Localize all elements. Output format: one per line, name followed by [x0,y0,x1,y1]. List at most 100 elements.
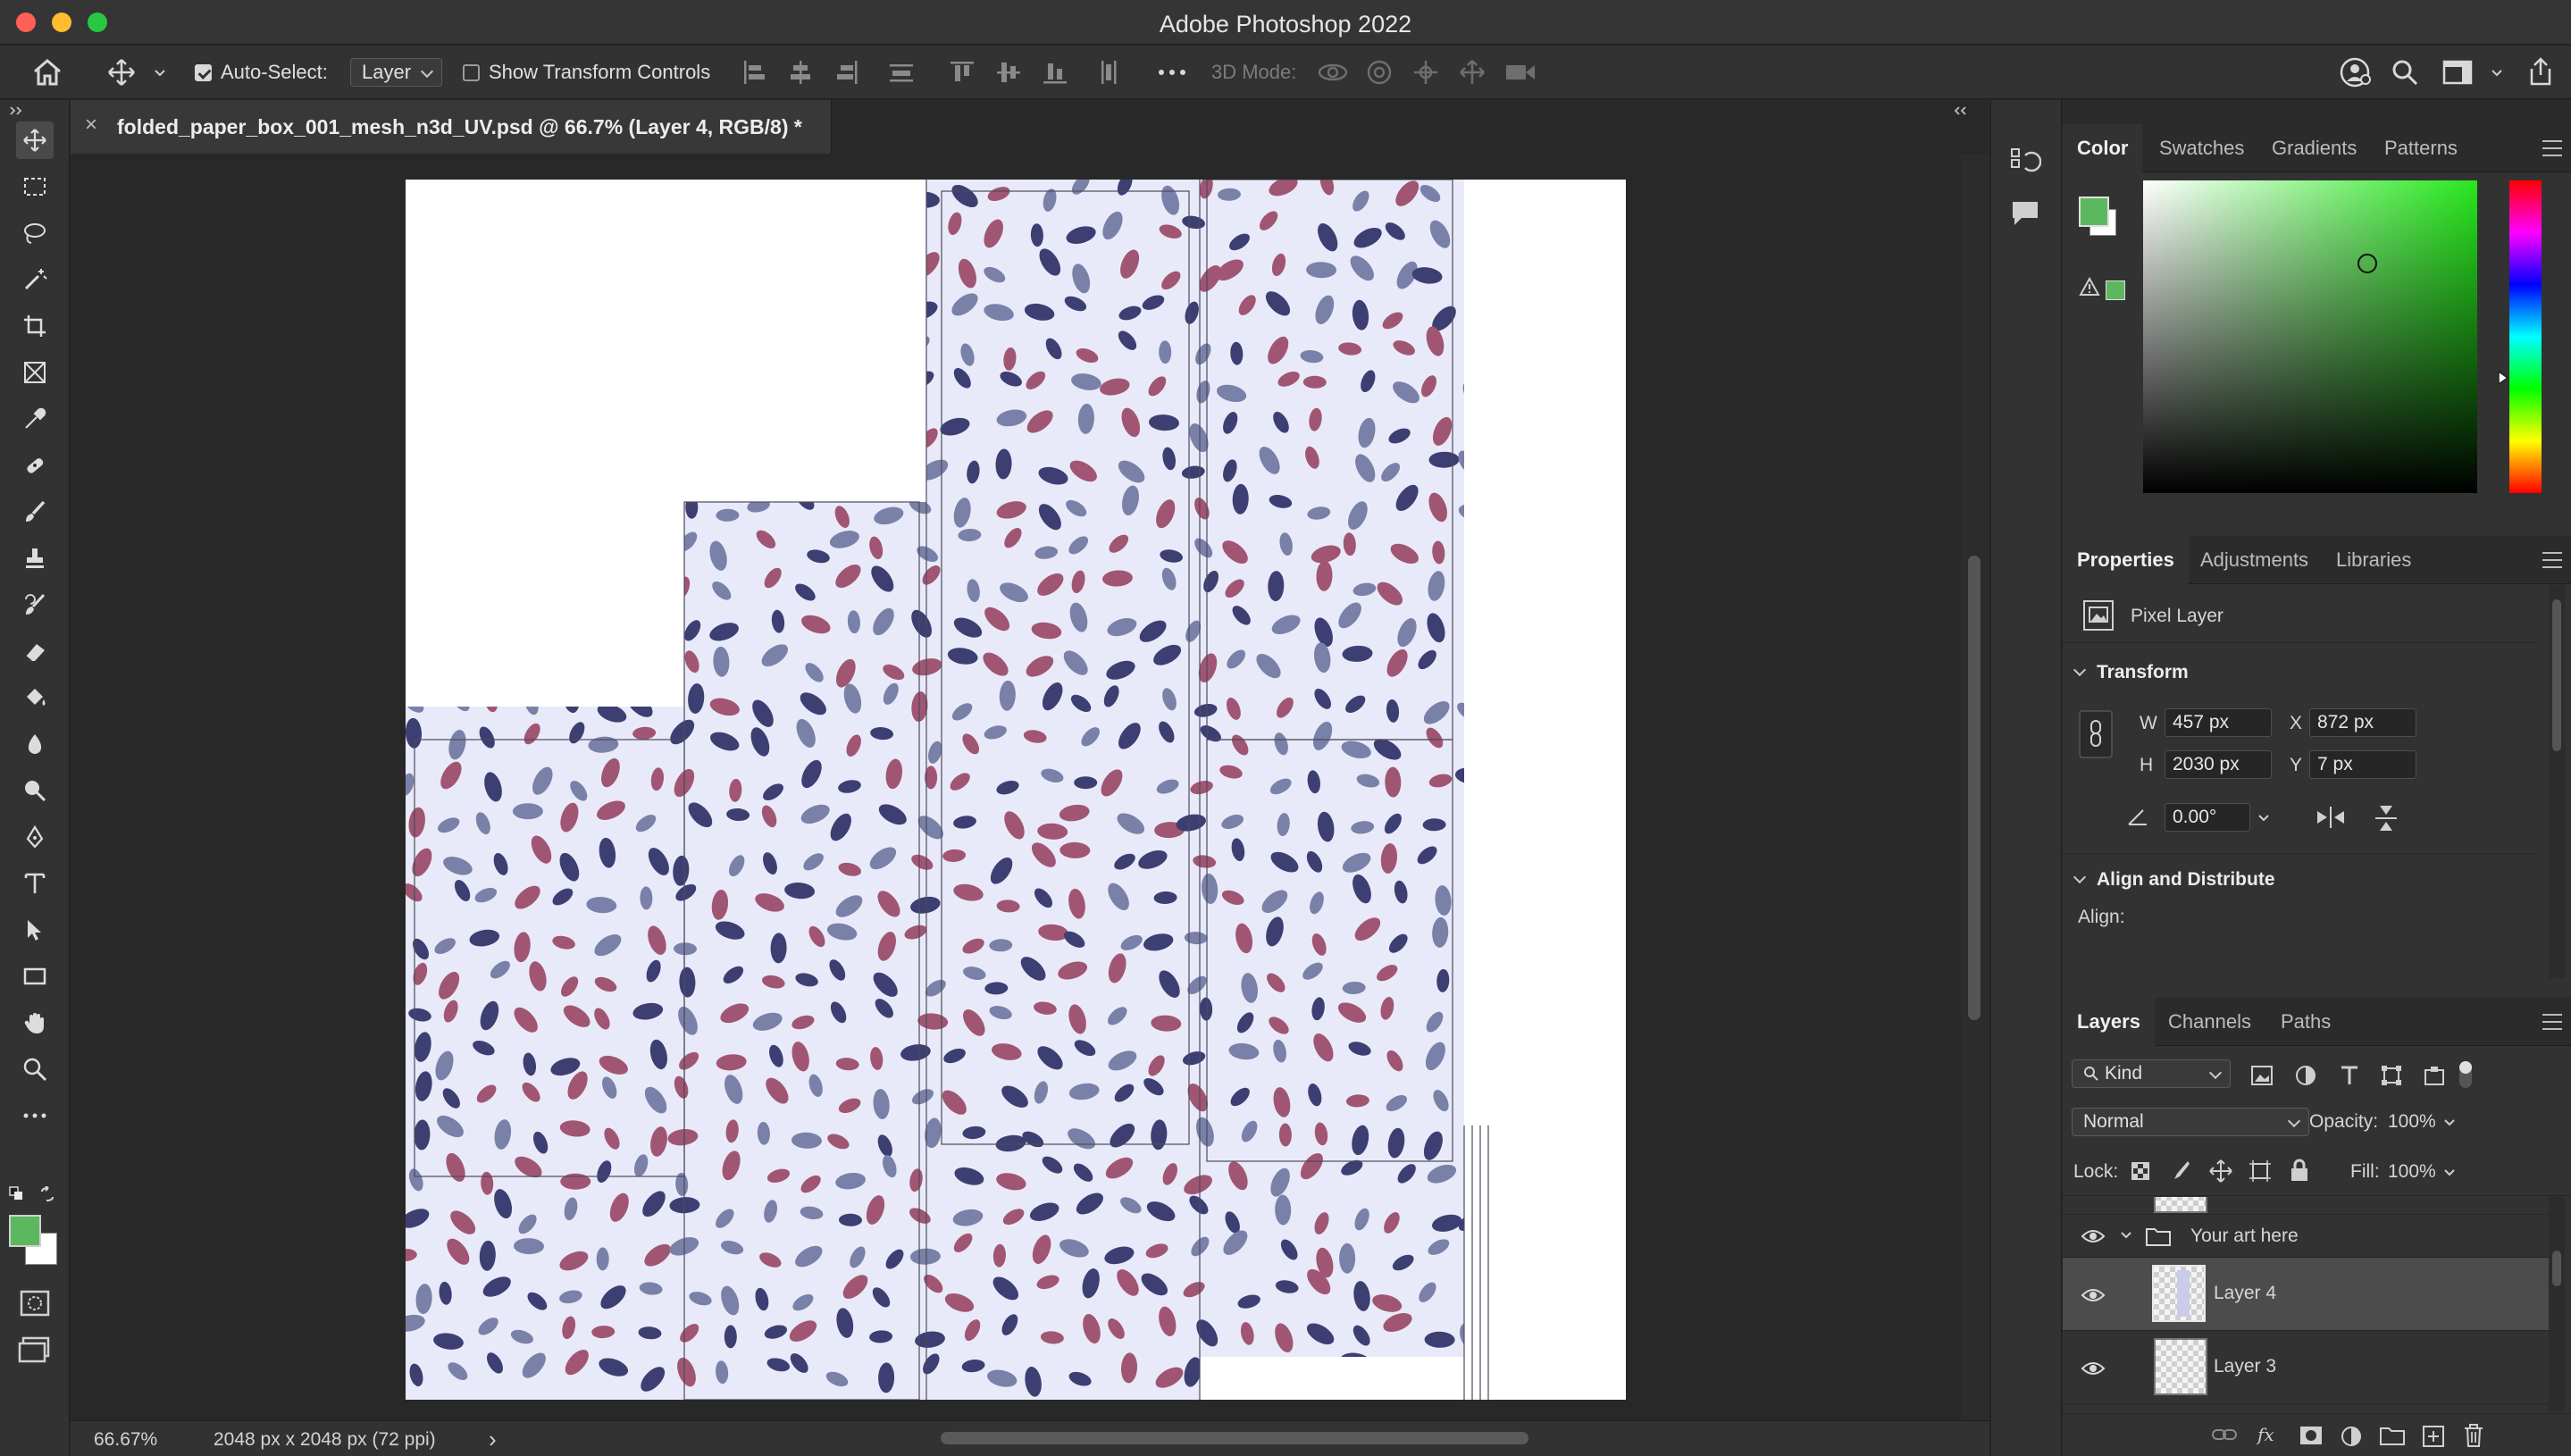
tab-paths[interactable]: Paths [2266,998,2345,1046]
document-tab[interactable]: × folded_paper_box_001_mesh_n3d_UV.psd @… [71,100,832,154]
flip-vertical-icon[interactable] [2374,803,2399,833]
width-field[interactable]: 457 px [2165,708,2272,737]
y-field[interactable]: 7 px [2309,750,2416,779]
comments-panel-icon[interactable] [2009,198,2041,229]
path-selection-tool[interactable] [16,911,54,949]
fill-value[interactable]: 100% [2388,1161,2436,1183]
align-distribute-section-title[interactable]: Align and Distribute [2070,869,2275,891]
hand-tool[interactable] [16,1004,54,1042]
collapse-panels-icon[interactable] [1954,105,1968,116]
align-horizontal-centers-icon[interactable] [788,58,813,87]
height-field[interactable]: 2030 px [2165,750,2272,779]
document-info[interactable]: 2048 px x 2048 px (72 ppi) [214,1429,436,1451]
show-transform-check[interactable] [463,63,480,81]
zoom-tool[interactable] [16,1050,54,1088]
align-top-edges-icon[interactable] [949,58,976,87]
visibility-eye-icon[interactable] [2081,1229,2106,1243]
align-vertical-centers-icon[interactable] [995,58,1022,87]
3d-slide-icon[interactable] [1458,58,1486,87]
healing-brush-tool[interactable] [16,447,54,484]
rectangle-tool[interactable] [16,958,54,995]
distribute-vertical-icon[interactable] [888,58,915,87]
more-options-icon[interactable] [1158,69,1186,76]
document-canvas[interactable] [406,180,1626,1400]
history-panel-icon[interactable] [2009,146,2041,177]
crop-tool[interactable] [16,307,54,345]
new-adjustment-layer-icon[interactable] [2340,1425,2363,1448]
tab-channels[interactable]: Channels [2154,998,2265,1046]
tab-adjustments[interactable]: Adjustments [2186,536,2323,584]
status-menu-arrow[interactable]: › [489,1426,497,1453]
vertical-scrollbar[interactable] [1961,154,1989,1420]
tab-patterns[interactable]: Patterns [2370,124,2472,172]
horizontal-scroll-thumb[interactable] [941,1432,1528,1444]
link-dimensions-icon[interactable] [2079,710,2113,758]
lock-all-icon[interactable] [2290,1158,2309,1183]
auto-select-checkbox[interactable]: Auto-Select: [195,56,328,88]
3d-roll-icon[interactable] [1365,58,1394,87]
group-expand-chevron-icon[interactable] [2120,1231,2132,1240]
home-icon[interactable] [32,58,63,87]
properties-panel-menu-icon[interactable] [2542,552,2562,568]
filter-smart-objects-icon[interactable] [2424,1065,2445,1086]
3d-camera-icon[interactable] [1504,60,1537,85]
3d-pan-icon[interactable] [1411,58,1440,87]
layer-4-name[interactable]: Layer 4 [2214,1283,2276,1304]
lasso-tool[interactable] [16,214,54,252]
canvas-workspace[interactable] [71,154,1960,1420]
filter-shape-layers-icon[interactable] [2381,1065,2402,1086]
3d-orbit-icon[interactable] [1317,58,1349,87]
frame-tool[interactable] [16,354,54,391]
color-field[interactable] [2143,180,2477,493]
angle-field[interactable]: 0.00° [2165,803,2250,832]
blur-tool[interactable] [16,725,54,763]
chevron-down-icon[interactable] [2443,1118,2456,1127]
collapse-toolbox-icon[interactable] [9,105,23,116]
dodge-tool[interactable] [16,772,54,809]
foreground-color-swatch[interactable] [9,1215,41,1247]
filter-type-layers-icon[interactable] [2340,1065,2359,1086]
auto-select-target-dropdown[interactable]: Layer [350,58,443,87]
gamut-warning-icon[interactable] [2079,277,2100,297]
hue-slider[interactable] [2509,180,2542,493]
lock-transparent-pixels-icon[interactable] [2131,1161,2150,1181]
magic-wand-tool[interactable] [16,261,54,298]
search-icon[interactable] [2391,58,2419,87]
zoom-level[interactable]: 66.67% [94,1429,157,1451]
share-icon[interactable] [2526,56,2555,87]
auto-select-check[interactable] [195,63,212,81]
layer-row-layer-4[interactable]: Layer 4 [2063,1258,2549,1331]
color-picker-cursor[interactable] [2357,254,2377,273]
layers-panel-menu-icon[interactable] [2542,1014,2562,1030]
partial-layer-row[interactable] [2063,1197,2549,1215]
type-tool[interactable] [16,865,54,902]
more-tools[interactable] [16,1097,54,1134]
vertical-scroll-thumb[interactable] [1968,556,1981,1020]
chevron-down-icon[interactable] [2257,814,2270,823]
add-mask-icon[interactable] [2299,1425,2324,1446]
chevron-down-icon[interactable] [154,69,166,78]
screen-mode-icon[interactable] [18,1336,50,1363]
color-panel-menu-icon[interactable] [2542,140,2562,156]
tab-swatches[interactable]: Swatches [2145,124,2258,172]
lock-image-pixels-icon[interactable] [2170,1159,2191,1183]
tab-layers[interactable]: Layers [2063,998,2155,1046]
default-colors-icon[interactable] [9,1186,23,1201]
new-group-icon[interactable] [2379,1425,2406,1446]
tab-libraries[interactable]: Libraries [2322,536,2425,584]
visibility-eye-icon[interactable] [2081,1361,2106,1376]
move-tool-preset-icon[interactable] [107,58,136,87]
delete-layer-icon[interactable] [2463,1423,2484,1448]
distribute-horizontal-icon[interactable] [1095,58,1122,87]
hue-slider-marker-icon[interactable] [2497,370,2509,386]
layers-scrollbar[interactable] [2549,1197,2565,1411]
new-layer-icon[interactable] [2422,1425,2445,1448]
paint-bucket-tool[interactable] [16,679,54,716]
lock-position-icon[interactable] [2209,1159,2232,1183]
filter-pixel-layers-icon[interactable] [2250,1065,2274,1086]
layer-3-name[interactable]: Layer 3 [2214,1356,2276,1377]
pen-tool[interactable] [16,818,54,856]
properties-scrollbar[interactable] [2549,585,2565,978]
link-layers-icon[interactable] [2211,1427,2238,1443]
rectangular-marquee-tool[interactable] [16,168,54,205]
